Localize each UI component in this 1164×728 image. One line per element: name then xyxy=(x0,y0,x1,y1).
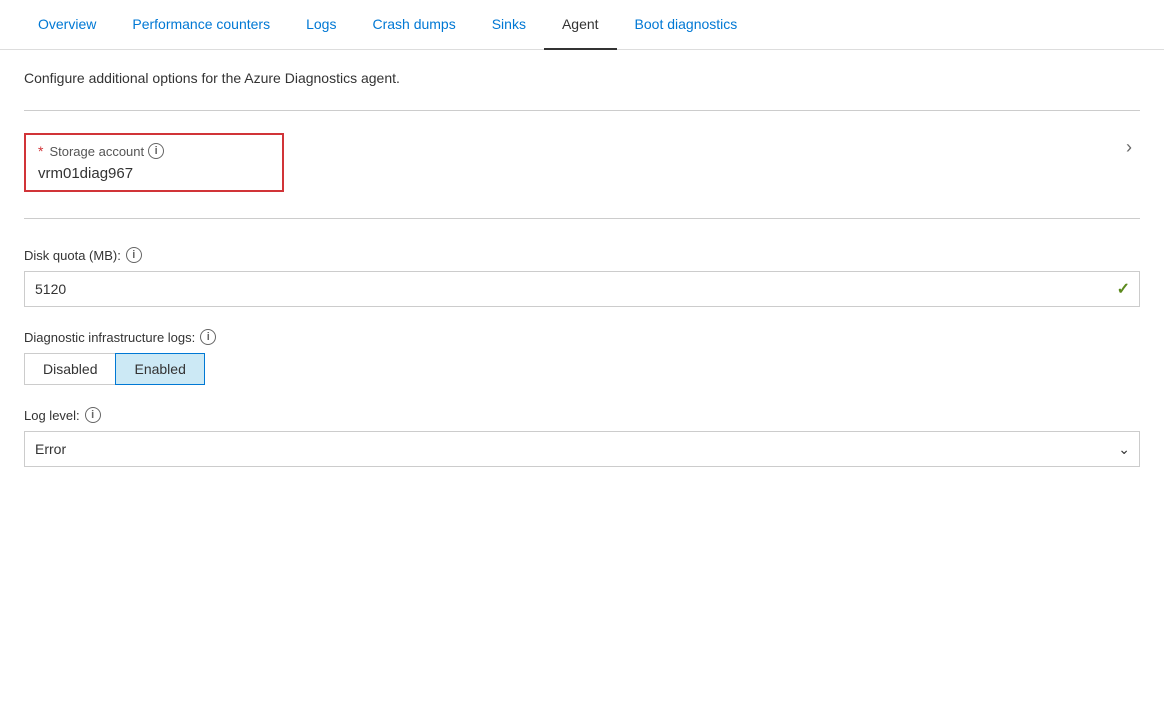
disk-quota-info-icon[interactable]: i xyxy=(126,247,142,263)
tab-sinks[interactable]: Sinks xyxy=(474,0,544,50)
storage-account-label: Storage account xyxy=(49,144,144,159)
disk-quota-field: Disk quota (MB): i ✓ xyxy=(24,247,1140,307)
tab-performance-counters[interactable]: Performance counters xyxy=(114,0,288,50)
disk-quota-check-icon: ✓ xyxy=(1117,279,1130,299)
storage-account-chevron-icon[interactable]: › xyxy=(1118,133,1140,162)
form-section: Disk quota (MB): i ✓ Diagnostic infrastr… xyxy=(24,247,1140,467)
diagnostic-logs-label: Diagnostic infrastructure logs: xyxy=(24,330,195,345)
diagnostic-logs-toggle-group: Disabled Enabled xyxy=(24,353,1140,385)
tab-bar: Overview Performance counters Logs Crash… xyxy=(0,0,1164,50)
storage-label-row: * Storage account i xyxy=(38,143,270,159)
tab-agent[interactable]: Agent xyxy=(544,0,617,50)
storage-account-section: * Storage account i vrm01diag967 › xyxy=(24,123,1140,206)
main-content: Configure additional options for the Azu… xyxy=(0,50,1164,509)
disk-quota-input-wrapper: ✓ xyxy=(24,271,1140,307)
diagnostic-logs-disabled-btn[interactable]: Disabled xyxy=(24,353,115,385)
log-level-select[interactable]: Error Warning Information Verbose Critic… xyxy=(24,431,1140,467)
disk-quota-label: Disk quota (MB): xyxy=(24,248,121,263)
storage-account-info-icon[interactable]: i xyxy=(148,143,164,159)
page-description: Configure additional options for the Azu… xyxy=(24,70,1140,86)
storage-account-left: * Storage account i vrm01diag967 xyxy=(24,133,1118,196)
tab-boot-diagnostics[interactable]: Boot diagnostics xyxy=(617,0,756,50)
required-star: * xyxy=(38,143,43,159)
diagnostic-logs-info-icon[interactable]: i xyxy=(200,329,216,345)
tab-crash-dumps[interactable]: Crash dumps xyxy=(354,0,473,50)
log-level-label: Log level: xyxy=(24,408,80,423)
divider-top xyxy=(24,110,1140,111)
diagnostic-logs-field: Diagnostic infrastructure logs: i Disabl… xyxy=(24,329,1140,385)
tab-overview[interactable]: Overview xyxy=(20,0,114,50)
diagnostic-logs-enabled-btn[interactable]: Enabled xyxy=(115,353,204,385)
disk-quota-label-row: Disk quota (MB): i xyxy=(24,247,1140,263)
log-level-field: Log level: i Error Warning Information V… xyxy=(24,407,1140,467)
storage-account-box[interactable]: * Storage account i vrm01diag967 xyxy=(24,133,284,192)
storage-account-value: vrm01diag967 xyxy=(38,165,270,182)
divider-mid xyxy=(24,218,1140,219)
log-level-label-row: Log level: i xyxy=(24,407,1140,423)
diagnostic-logs-label-row: Diagnostic infrastructure logs: i xyxy=(24,329,1140,345)
log-level-info-icon[interactable]: i xyxy=(85,407,101,423)
disk-quota-input[interactable] xyxy=(24,271,1140,307)
log-level-select-wrapper: Error Warning Information Verbose Critic… xyxy=(24,431,1140,467)
tab-logs[interactable]: Logs xyxy=(288,0,354,50)
